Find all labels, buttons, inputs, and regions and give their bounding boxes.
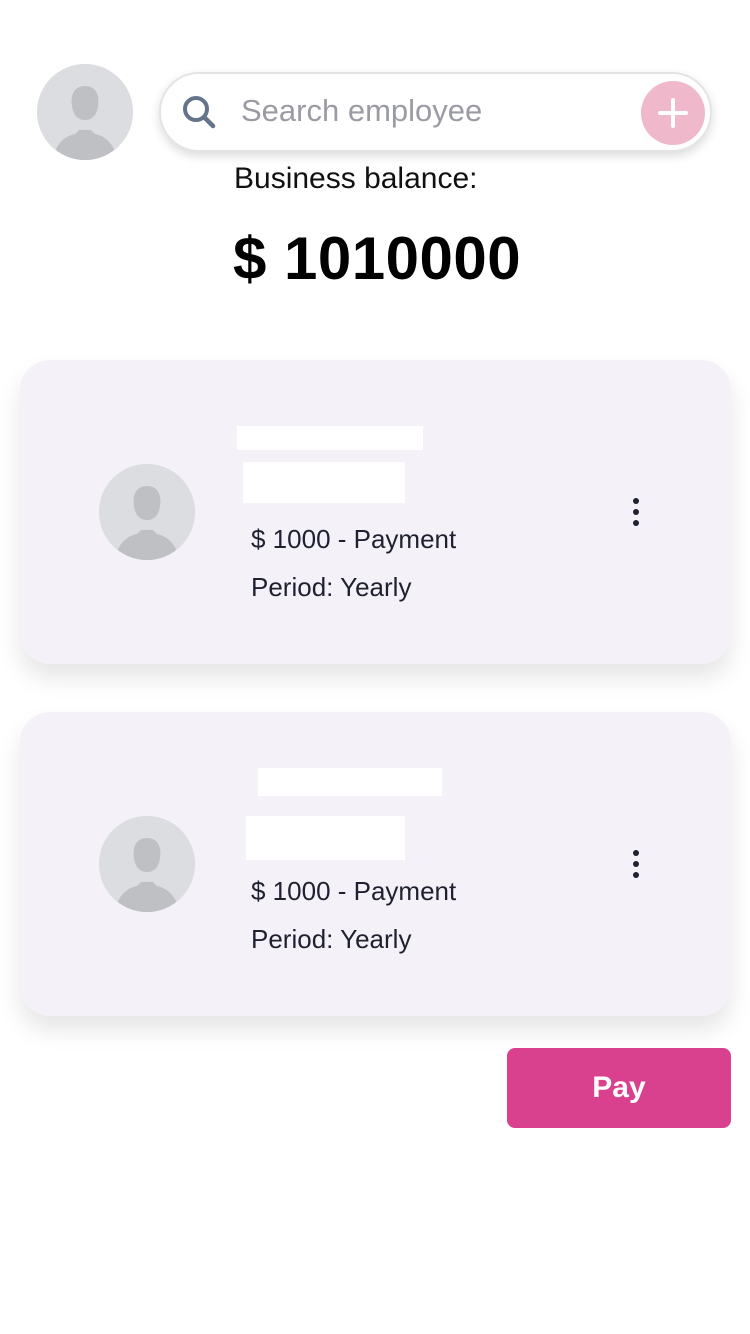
employee-period: Period: Yearly — [251, 924, 412, 954]
search-icon — [183, 96, 216, 129]
balance-amount: $ 1010000 — [233, 225, 522, 292]
user-silhouette-icon — [99, 464, 195, 560]
employee-period: Period: Yearly — [251, 572, 412, 602]
add-employee-button[interactable] — [641, 81, 705, 145]
plus-icon — [658, 98, 688, 128]
employee-payment: $ 1000 - Payment — [251, 876, 457, 906]
employee-avatar — [99, 816, 195, 912]
redaction-block — [243, 462, 405, 503]
employee-card[interactable]: $ 1000 - Payment Period: Yearly — [20, 360, 731, 664]
search-input[interactable] — [241, 88, 631, 134]
user-silhouette-icon — [37, 64, 133, 160]
employee-payment: $ 1000 - Payment — [251, 524, 457, 554]
redaction-block — [237, 426, 423, 450]
search-bar — [159, 72, 712, 152]
employee-card[interactable]: $ 1000 - Payment Period: Yearly — [20, 712, 731, 1016]
redaction-block — [258, 768, 442, 796]
employee-avatar — [99, 464, 195, 560]
user-silhouette-icon — [99, 816, 195, 912]
more-options-button[interactable] — [620, 496, 652, 528]
pay-button[interactable]: Pay — [507, 1048, 731, 1128]
user-avatar[interactable] — [37, 64, 133, 160]
more-options-button[interactable] — [620, 848, 652, 880]
payroll-screen: Business balance: $ 1010000 $ 1000 - Pay… — [0, 0, 750, 1334]
redaction-block — [246, 816, 405, 860]
balance-label: Business balance: — [234, 162, 478, 195]
